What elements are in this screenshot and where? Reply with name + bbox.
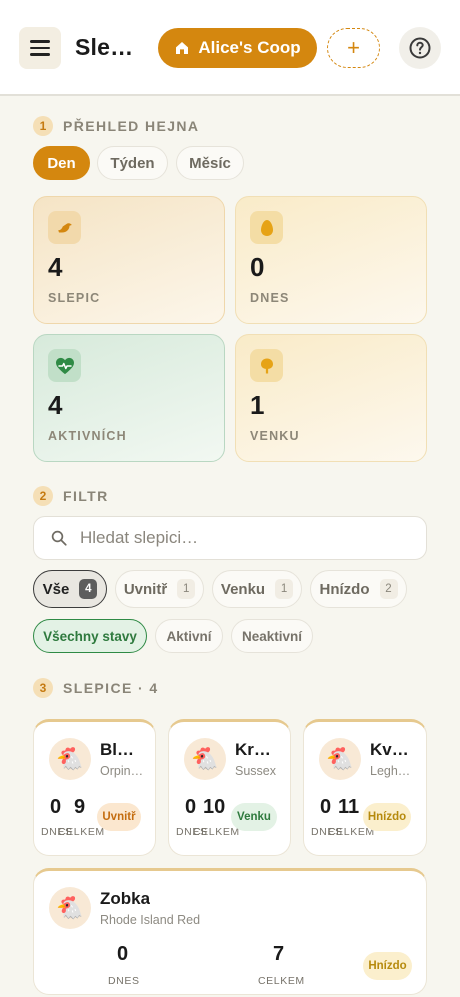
hen-today-count: 0 bbox=[117, 943, 129, 965]
stat-label: DNES bbox=[250, 291, 290, 305]
stat-value: 4 bbox=[48, 252, 63, 282]
period-tab-month[interactable]: Měsíc bbox=[176, 146, 244, 180]
filter-count: 4 bbox=[79, 579, 98, 599]
help-button[interactable] bbox=[399, 27, 441, 69]
bird-icon bbox=[48, 211, 81, 244]
status-filter-all[interactable]: Všechny stavy bbox=[33, 619, 147, 653]
location-badge: Hnízdo bbox=[363, 803, 411, 831]
section-number: 1 bbox=[33, 116, 53, 136]
egg-icon bbox=[250, 211, 283, 244]
hen-total-count: 11 bbox=[338, 796, 360, 818]
hen-breed: Legh… bbox=[370, 764, 411, 778]
overview-section-label: 1 PŘEHLED HEJNA bbox=[33, 116, 199, 136]
coop-selector-button[interactable]: Alice's Coop bbox=[158, 28, 317, 68]
hen-breed: Sussex bbox=[235, 764, 276, 778]
location-filter-inside[interactable]: Uvnitř 1 bbox=[115, 570, 204, 608]
stat-label: VENKU bbox=[250, 429, 300, 443]
hen-name: Zobka bbox=[100, 889, 151, 908]
hen-breed: Rhode Island Red bbox=[100, 913, 201, 927]
hamburger-icon bbox=[30, 53, 50, 56]
stat-value: 0 bbox=[250, 252, 265, 282]
hen-name: Kv… bbox=[370, 740, 409, 759]
stat-card-hens: 4 SLEPIC bbox=[33, 196, 225, 324]
filter-count: 1 bbox=[275, 579, 294, 599]
hen-total-label: CELKEM bbox=[58, 826, 105, 838]
period-tab-day[interactable]: Den bbox=[33, 146, 90, 180]
stat-card-active: 4 AKTIVNÍCH bbox=[33, 334, 225, 462]
filter-label: Venku bbox=[220, 580, 266, 598]
location-badge: Hnízdo bbox=[363, 952, 412, 980]
search-input[interactable] bbox=[80, 528, 400, 548]
stat-card-outside: 1 VENKU bbox=[235, 334, 427, 462]
filter-label: Uvnitř bbox=[123, 580, 168, 598]
stat-value: 1 bbox=[250, 390, 265, 420]
hen-total-label: CELKEM bbox=[258, 975, 305, 987]
location-badge: Uvnitř bbox=[97, 803, 141, 831]
period-tab-week[interactable]: Týden bbox=[97, 146, 168, 180]
coop-label: Alice's Coop bbox=[198, 38, 301, 57]
chicken-icon: 🐔 bbox=[184, 738, 226, 780]
location-filter-all[interactable]: Vše 4 bbox=[33, 570, 107, 608]
location-filter-outside[interactable]: Venku 1 bbox=[212, 570, 302, 608]
hen-card[interactable]: 🐔 Kr… Sussex 0 10 DNES CELKEM Venku bbox=[168, 719, 291, 856]
heart-pulse-icon bbox=[48, 349, 81, 382]
hen-today-count: 0 bbox=[320, 796, 332, 818]
hen-total-count: 7 bbox=[273, 943, 285, 965]
stat-card-today: 0 DNES bbox=[235, 196, 427, 324]
home-icon bbox=[176, 42, 189, 54]
hens-section-label: 3 SLEPICE · 4 bbox=[33, 678, 159, 698]
hamburger-icon bbox=[30, 40, 50, 43]
location-filter-nest[interactable]: Hnízdo 2 bbox=[310, 570, 407, 608]
hen-name: Bl… bbox=[100, 740, 134, 759]
filter-count: 2 bbox=[379, 579, 398, 599]
tree-icon bbox=[250, 349, 283, 382]
section-number: 3 bbox=[33, 678, 53, 698]
app-title: Sle… bbox=[75, 34, 134, 60]
help-circle-icon bbox=[409, 37, 431, 59]
hen-total-count: 10 bbox=[203, 796, 226, 818]
status-filter-inactive[interactable]: Neaktivní bbox=[231, 619, 313, 653]
filter-label: Hnízdo bbox=[319, 580, 370, 598]
hen-today-count: 0 bbox=[50, 796, 62, 818]
section-number: 2 bbox=[33, 486, 53, 506]
stat-label: AKTIVNÍCH bbox=[48, 429, 127, 443]
hen-name: Kr… bbox=[235, 740, 271, 759]
hen-card[interactable]: 🐔 Kv… Legh… 0 11 DNES CELKEM Hnízdo bbox=[303, 719, 427, 856]
hen-card[interactable]: 🐔 Bl… Orpin… 0 9 DNES CELKEM Uvnitř bbox=[33, 719, 156, 856]
hen-breed: Orpin… bbox=[100, 764, 144, 778]
search-box[interactable] bbox=[33, 516, 427, 560]
section-title: FILTR bbox=[63, 488, 109, 504]
hen-total-count: 9 bbox=[74, 796, 86, 818]
section-title: SLEPICE · 4 bbox=[63, 680, 159, 696]
stat-value: 4 bbox=[48, 390, 63, 420]
filter-label: Vše bbox=[42, 580, 70, 598]
chicken-icon: 🐔 bbox=[49, 738, 91, 780]
chicken-icon: 🐔 bbox=[319, 738, 361, 780]
stat-label: SLEPIC bbox=[48, 291, 101, 305]
chicken-icon: 🐔 bbox=[49, 887, 91, 929]
filter-count: 1 bbox=[177, 579, 196, 599]
filter-section-label: 2 FILTR bbox=[33, 486, 109, 506]
location-badge: Venku bbox=[231, 803, 277, 831]
hen-card[interactable]: 🐔 Zobka Rhode Island Red 0 7 DNES CELKEM… bbox=[33, 868, 427, 995]
menu-button[interactable] bbox=[19, 27, 61, 69]
status-filter-active[interactable]: Aktivní bbox=[155, 619, 223, 653]
section-title: PŘEHLED HEJNA bbox=[63, 118, 200, 134]
hen-today-label: DNES bbox=[108, 975, 140, 987]
add-coop-button[interactable]: + bbox=[327, 28, 380, 68]
search-icon bbox=[51, 530, 67, 546]
hamburger-icon bbox=[30, 46, 50, 50]
plus-icon: + bbox=[347, 35, 360, 60]
hen-total-label: CELKEM bbox=[193, 826, 240, 838]
hen-today-count: 0 bbox=[185, 796, 197, 818]
app-header: Sle… Alice's Coop + bbox=[0, 0, 460, 96]
